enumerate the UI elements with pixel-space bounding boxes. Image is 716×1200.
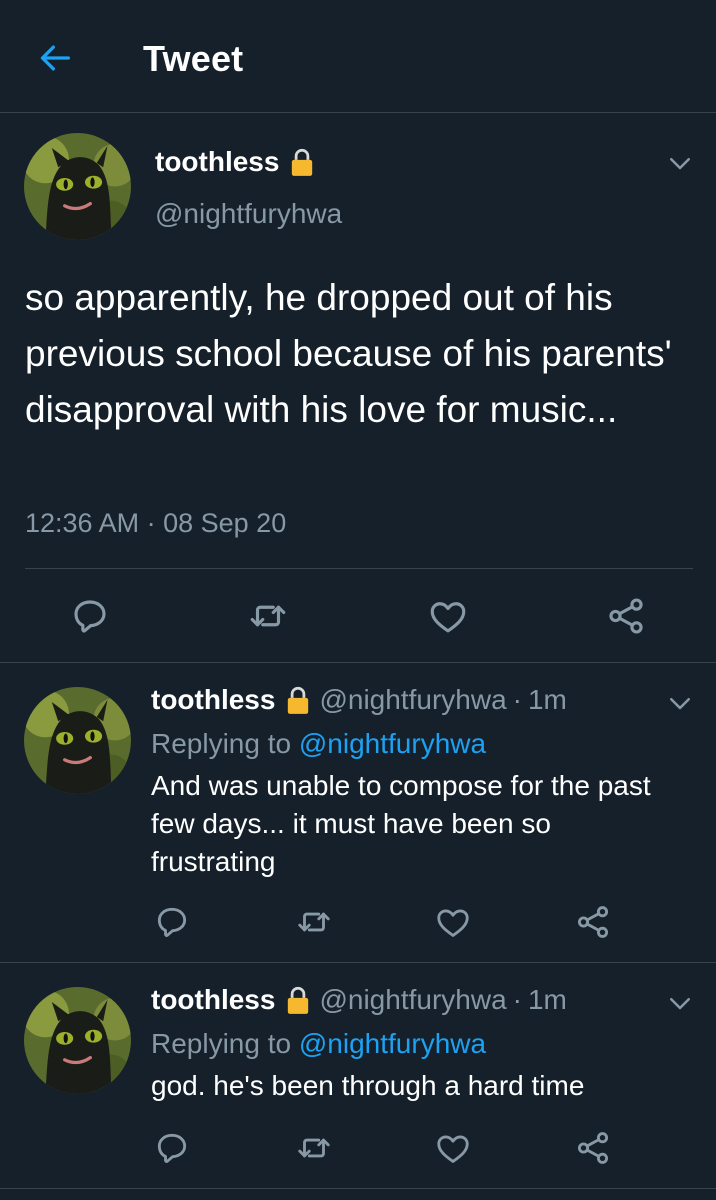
share-icon bbox=[605, 595, 647, 637]
tweet-age: 1m bbox=[527, 984, 567, 1015]
tweet-time: 12:36 AM bbox=[25, 508, 140, 538]
replying-to-label: Replying to bbox=[151, 1028, 292, 1059]
share-button[interactable] bbox=[573, 1128, 613, 1168]
retweet-button[interactable] bbox=[294, 1128, 334, 1168]
tweet-text: so apparently, he dropped out of his pre… bbox=[25, 277, 672, 430]
heart-icon bbox=[434, 903, 472, 941]
heart-icon bbox=[434, 1129, 472, 1167]
timestamp-separator: · bbox=[146, 508, 156, 538]
reply-header: toothless @nightfuryhwa · 1m bbox=[151, 984, 567, 1016]
chevron-down-icon bbox=[665, 988, 695, 1018]
retweet-button[interactable] bbox=[294, 902, 334, 942]
tweet-text: And was unable to compose for the past f… bbox=[151, 770, 651, 877]
like-button[interactable] bbox=[426, 594, 470, 638]
like-button[interactable] bbox=[433, 1128, 473, 1168]
user-handle[interactable]: @nightfuryhwa bbox=[155, 198, 342, 230]
retweet-icon bbox=[295, 903, 333, 941]
meta-separator: · bbox=[512, 984, 522, 1015]
share-icon bbox=[574, 1129, 612, 1167]
heart-icon bbox=[427, 595, 469, 637]
user-handle[interactable]: @nightfuryhwa bbox=[319, 984, 506, 1016]
reply-icon bbox=[69, 595, 111, 637]
chevron-down-icon bbox=[665, 688, 695, 718]
share-icon bbox=[574, 903, 612, 941]
tweet-date: 08 Sep 20 bbox=[163, 508, 287, 538]
avatar[interactable] bbox=[24, 687, 131, 794]
reply-button[interactable] bbox=[152, 1128, 192, 1168]
display-name[interactable]: toothless bbox=[155, 146, 315, 178]
mention-link[interactable]: @nightfuryhwa bbox=[299, 1028, 486, 1059]
like-button[interactable] bbox=[433, 902, 473, 942]
tweet-options-button[interactable] bbox=[665, 688, 695, 718]
meta-separator: · bbox=[512, 684, 522, 715]
arrow-left-icon bbox=[40, 45, 71, 71]
divider bbox=[25, 568, 693, 569]
reply-icon bbox=[153, 903, 191, 941]
lock-icon bbox=[285, 985, 311, 1015]
tweet-options-button[interactable] bbox=[665, 148, 695, 178]
share-button[interactable] bbox=[573, 902, 613, 942]
tweet-timestamp[interactable]: 12:36 AM · 08 Sep 20 bbox=[25, 508, 286, 539]
page-title: Tweet bbox=[143, 38, 244, 79]
reply-icon bbox=[153, 1129, 191, 1167]
reply-button[interactable] bbox=[152, 902, 192, 942]
chevron-down-icon bbox=[665, 148, 695, 178]
lock-icon bbox=[285, 685, 311, 715]
retweet-icon bbox=[295, 1129, 333, 1167]
divider bbox=[0, 662, 716, 663]
avatar-image bbox=[24, 987, 131, 1094]
display-name[interactable]: toothless bbox=[151, 984, 275, 1016]
avatar[interactable] bbox=[24, 987, 131, 1094]
display-name-text: toothless bbox=[155, 146, 280, 177]
mention-link[interactable]: @nightfuryhwa bbox=[299, 728, 486, 759]
avatar-image bbox=[24, 687, 131, 794]
retweet-button[interactable] bbox=[246, 594, 290, 638]
tweet-text: god. he's been through a hard time bbox=[151, 1070, 585, 1101]
user-handle[interactable]: @nightfuryhwa bbox=[319, 684, 506, 716]
retweet-icon bbox=[247, 595, 289, 637]
lock-icon bbox=[289, 147, 315, 177]
divider bbox=[0, 1188, 716, 1189]
divider bbox=[0, 962, 716, 963]
reply-button[interactable] bbox=[68, 594, 112, 638]
replying-to: Replying to @nightfuryhwa bbox=[151, 728, 486, 760]
replying-to: Replying to @nightfuryhwa bbox=[151, 1028, 486, 1060]
replying-to-label: Replying to bbox=[151, 728, 292, 759]
top-bar: Tweet bbox=[0, 0, 716, 113]
tweet-age: 1m bbox=[527, 684, 567, 715]
display-name[interactable]: toothless bbox=[151, 684, 275, 716]
avatar[interactable] bbox=[24, 133, 131, 240]
share-button[interactable] bbox=[604, 594, 648, 638]
avatar-image bbox=[24, 133, 131, 240]
tweet-options-button[interactable] bbox=[665, 988, 695, 1018]
back-button[interactable] bbox=[30, 36, 80, 80]
reply-header: toothless @nightfuryhwa · 1m bbox=[151, 684, 567, 716]
